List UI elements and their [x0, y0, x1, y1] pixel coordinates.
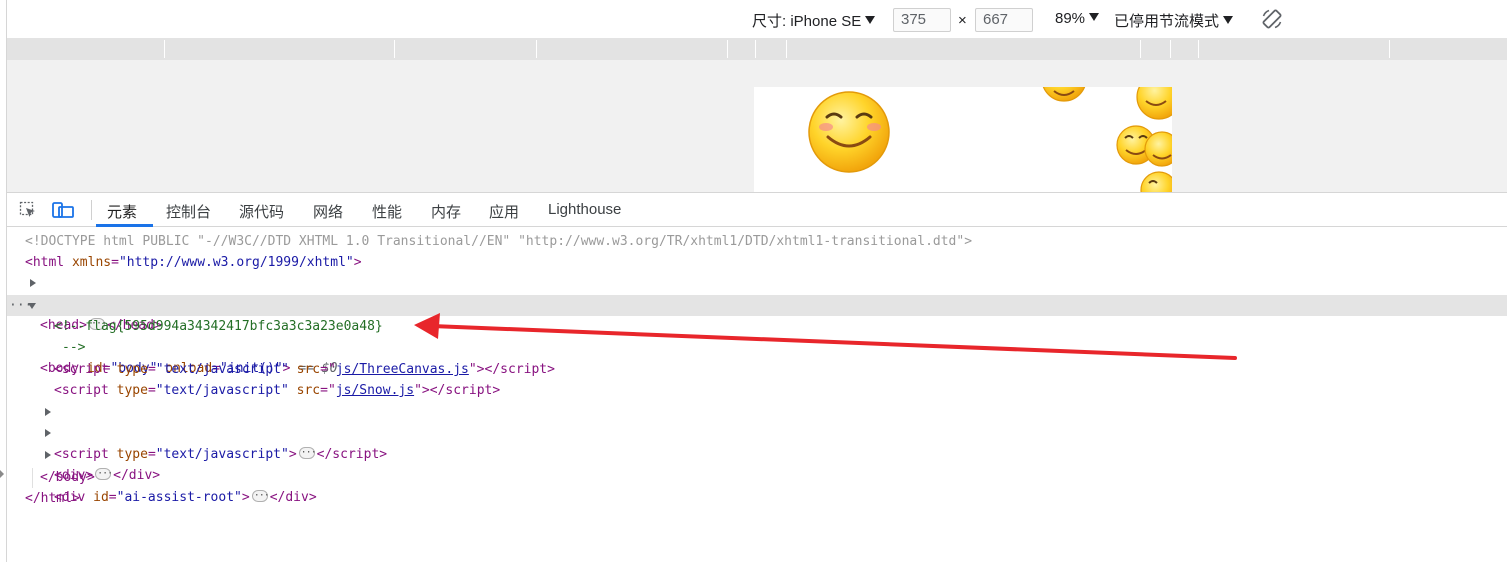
doctype-text: <!DOCTYPE html PUBLIC "-//W3C//DTD XHTML… — [25, 234, 973, 249]
tree-guide-line — [32, 468, 33, 488]
tab-elements[interactable]: 元素 — [107, 201, 137, 222]
times-sign: × — [958, 12, 967, 29]
tab-console[interactable]: 控制台 — [166, 201, 211, 222]
tab-network[interactable]: 网络 — [313, 201, 343, 222]
zoom-label: 89% — [1055, 10, 1086, 27]
comment-close-text: --> — [62, 340, 86, 355]
throttling-dropdown[interactable]: 已停用节流模式 — [1114, 10, 1234, 31]
drawer-resize-caret-icon[interactable] — [0, 470, 4, 478]
script-src-link[interactable]: js/Snow.js — [336, 383, 414, 398]
elements-tree: <!DOCTYPE html PUBLIC "-//W3C//DTD XHTML… — [7, 228, 1507, 562]
device-dimensions-dropdown[interactable]: 尺寸: iPhone SE — [752, 10, 876, 31]
emoji-snow-canvas — [808, 87, 1172, 192]
zoom-dropdown[interactable]: 89% — [1055, 10, 1100, 27]
collapse-arrow-icon[interactable] — [28, 303, 36, 309]
tab-performance[interactable]: 性能 — [372, 201, 402, 222]
smiley-emoji-icon — [808, 91, 890, 173]
emulated-page[interactable] — [754, 87, 1172, 192]
expand-arrow-icon[interactable] — [45, 408, 51, 416]
div-ai-assist-node[interactable]: <div id="ai-assist-root"></div> — [7, 445, 1507, 506]
html-tag: <html — [25, 255, 65, 270]
script-src-link[interactable]: js/ThreeCanvas.js — [336, 362, 469, 377]
doctype-node[interactable]: <!DOCTYPE html PUBLIC "-//W3C//DTD XHTML… — [7, 231, 1507, 252]
attr-value: "text/javascript" — [155, 362, 289, 377]
expand-arrow-icon[interactable] — [45, 451, 51, 459]
dropdown-triangle-icon — [1223, 16, 1234, 24]
dropdown-triangle-icon — [1089, 13, 1100, 21]
body-close-node[interactable]: </body> — [7, 467, 1507, 488]
dropdown-triangle-icon — [865, 16, 876, 24]
html-node[interactable]: <html xmlns="http://www.w3.org/1999/xhtm… — [7, 252, 1507, 273]
html-close-node[interactable]: </html> — [7, 488, 1507, 509]
device-toggle-icon[interactable] — [52, 201, 74, 219]
tab-application[interactable]: 应用 — [489, 201, 519, 222]
script-node[interactable]: <script type="text/javascript" src="js/S… — [7, 380, 1507, 401]
toolbar-separator — [91, 200, 92, 220]
head-node[interactable]: <head></head> — [7, 273, 1507, 334]
expand-arrow-icon[interactable] — [45, 429, 51, 437]
active-tab-indicator — [96, 224, 153, 227]
flag-comment-text: <!--flag{595d994a34342417bfc3a3c3a23e0a4… — [54, 319, 383, 334]
device-toolbar: 尺寸: iPhone SE 375 × 667 89% 已停用节流模式 — [7, 0, 1507, 39]
script-node-collapsed[interactable]: <script type="text/javascript"></script> — [7, 402, 1507, 463]
div-node-collapsed[interactable]: <div></div> — [7, 423, 1507, 484]
device-dimensions-label: 尺寸: iPhone SE — [752, 13, 862, 30]
devtools-tab-bar: 元素 控制台 源代码 网络 性能 内存 应用 Lighthouse — [7, 192, 1507, 227]
html-close-tag: </html> — [25, 491, 80, 506]
tab-sources[interactable]: 源代码 — [239, 201, 284, 222]
attr-value: "http://www.w3.org/1999/xhtml" — [118, 255, 354, 270]
attr-name: xmlns — [64, 255, 112, 270]
body-node-selected[interactable]: ··· <body id="body" onload="init()"> == … — [7, 295, 1507, 376]
script-node[interactable]: <script type="text/javascript" src="js/T… — [7, 359, 1507, 380]
throttling-label: 已停用节流模式 — [1114, 13, 1220, 30]
device-height-input[interactable]: 667 — [975, 8, 1033, 32]
tab-lighthouse[interactable]: Lighthouse — [548, 201, 621, 218]
device-width-input[interactable]: 375 — [893, 8, 951, 32]
attr-value: "text/javascript" — [155, 383, 289, 398]
comment-node[interactable]: <!--flag{595d994a34342417bfc3a3c3a23e0a4… — [7, 316, 1507, 337]
rotate-icon[interactable] — [1260, 7, 1284, 31]
device-viewport-area — [7, 60, 1507, 192]
inspect-element-icon[interactable] — [19, 201, 37, 219]
expand-arrow-icon[interactable] — [30, 279, 36, 287]
body-close-tag: </body> — [40, 470, 95, 485]
comment-node-end[interactable]: --> — [7, 337, 1507, 358]
tab-memory[interactable]: 内存 — [431, 201, 461, 222]
media-query-ruler[interactable] — [7, 38, 1507, 60]
